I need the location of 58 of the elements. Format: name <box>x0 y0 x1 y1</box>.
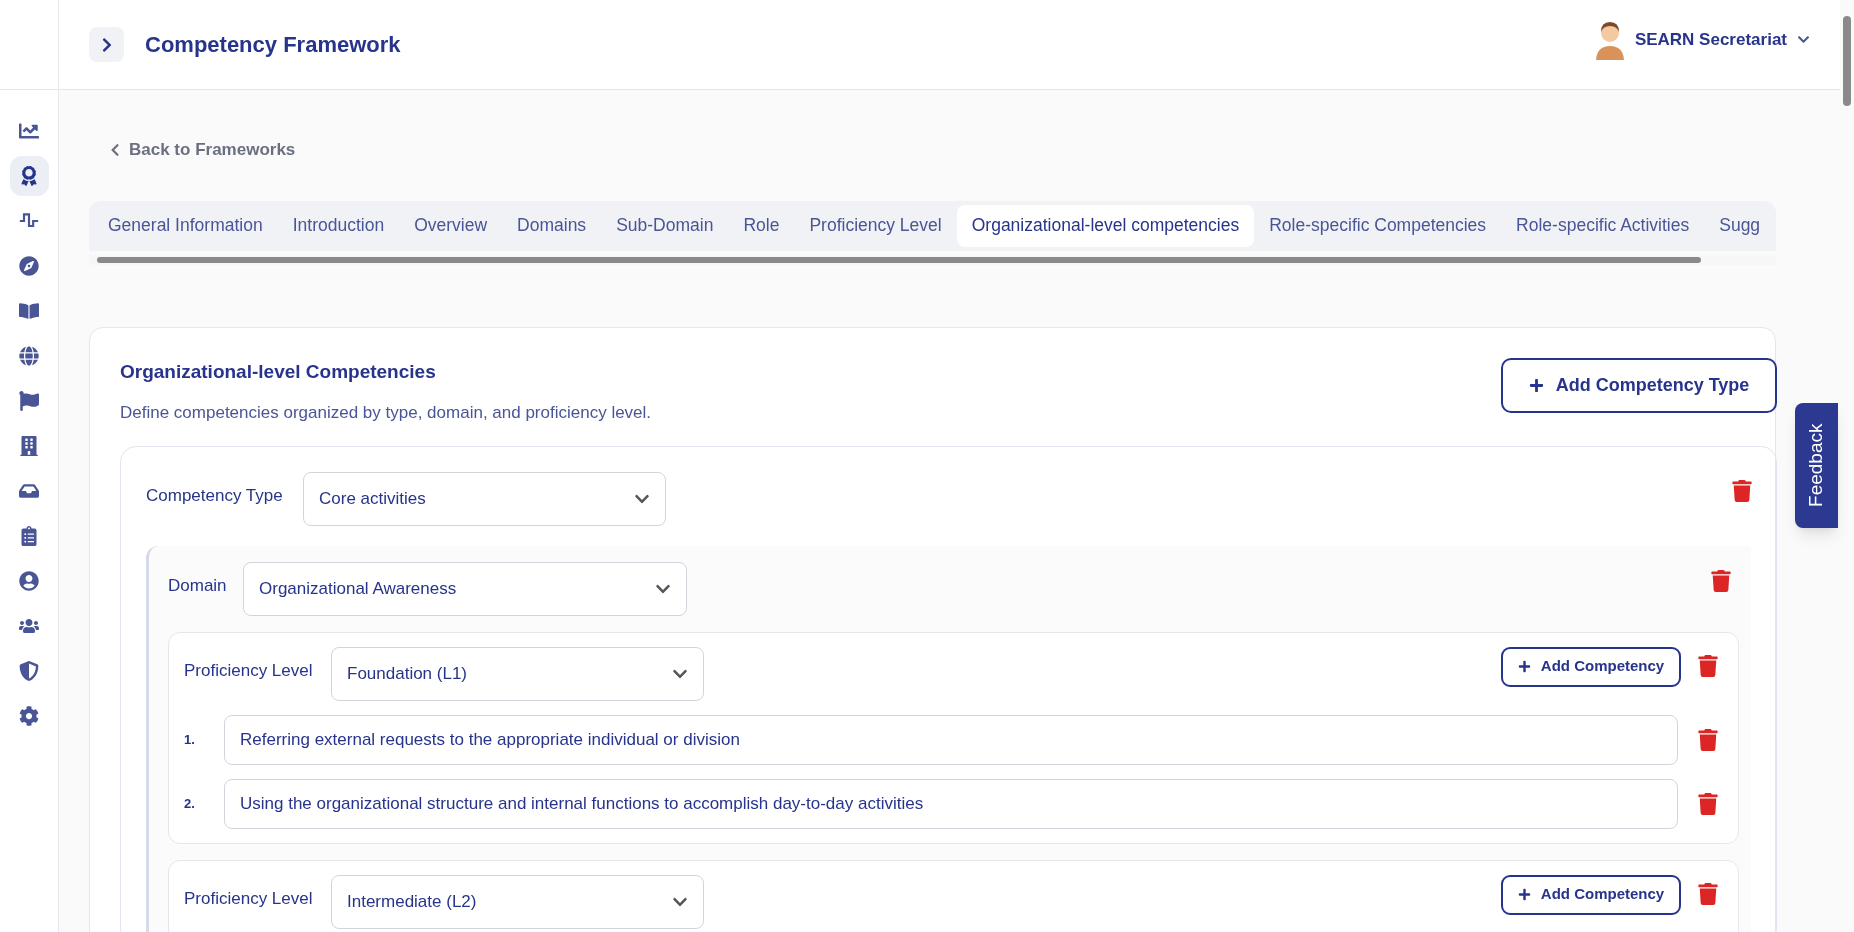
dropdown-select[interactable]: Intermediate (L2) <box>331 874 704 929</box>
trash-icon <box>1732 479 1752 502</box>
shield-icon <box>19 661 39 681</box>
field-label: Competency Type <box>146 484 284 507</box>
user-menu[interactable]: SEARN Secretariat <box>1594 19 1810 60</box>
avatar-icon <box>1594 19 1625 60</box>
field-label: Domain <box>168 574 228 597</box>
sidebar-toggle-button[interactable] <box>89 27 124 62</box>
field-label: Proficiency Level <box>184 887 314 910</box>
item-number: 2. <box>184 794 196 813</box>
tab[interactable]: Role <box>728 204 795 247</box>
trash-icon <box>1698 882 1718 905</box>
trash-icon <box>1698 654 1718 677</box>
building-icon <box>19 436 39 456</box>
trash-icon <box>1698 728 1718 751</box>
award-ribbon-icon <box>19 166 39 186</box>
tab[interactable]: Role-specific Activities <box>1501 204 1705 247</box>
dropdown-select[interactable]: Foundation (L1) <box>331 646 704 701</box>
plus-icon <box>1528 377 1544 393</box>
users-group-icon <box>19 616 39 636</box>
field-label: Proficiency Level <box>184 659 314 682</box>
tab[interactable]: Domains <box>502 204 602 247</box>
item-number: 1. <box>184 730 196 749</box>
flag-icon <box>19 391 39 411</box>
dropdown-select[interactable]: Core activities <box>303 471 666 526</box>
tab[interactable]: Role-specific Competencies <box>1254 204 1502 247</box>
competency-input[interactable]: Using the organizational structure and internal functions to accomplish day-to-day activities <box>224 778 1678 829</box>
book-icon <box>19 301 39 321</box>
plus-icon <box>1517 888 1531 901</box>
add-competency-button[interactable]: Add Competency <box>1501 874 1681 915</box>
page-title: Competency Framework <box>145 31 401 59</box>
chevron-down-icon <box>1797 33 1810 46</box>
clipboard-list-icon <box>19 526 39 546</box>
tab[interactable]: Overview <box>399 204 503 247</box>
plus-icon <box>1517 660 1531 673</box>
inbox-tray-icon <box>19 481 39 501</box>
feedback-tab[interactable]: Feedback <box>1795 403 1838 528</box>
back-link[interactable]: Back to Frameworks <box>109 137 296 163</box>
tab[interactable]: Proficiency Level <box>794 204 957 247</box>
line-chart-icon <box>19 121 39 141</box>
add-competency-button[interactable]: Add Competency <box>1501 646 1681 687</box>
globe-icon <box>19 346 39 366</box>
tab[interactable]: Sub-Domain <box>601 204 729 247</box>
section-title: Organizational-level Competencies <box>120 359 437 384</box>
chevron-left-icon <box>109 142 121 157</box>
sidebar-item[interactable] <box>9 156 49 196</box>
dropdown-select[interactable]: Organizational Awareness <box>243 561 687 616</box>
tab[interactable]: Sugg <box>1704 204 1761 247</box>
add-competency-type-button[interactable]: Add Competency Type <box>1501 357 1777 413</box>
tab[interactable]: Introduction <box>277 204 400 247</box>
trash-icon <box>1698 792 1718 815</box>
trash-icon <box>1711 569 1731 592</box>
section-description: Define competencies organized by type, domain, and proficiency level. <box>120 402 652 424</box>
competency-input[interactable]: Referring external requests to the appropriate individual or division <box>224 714 1678 765</box>
compass-icon <box>19 256 39 276</box>
settings-icon <box>19 706 39 726</box>
tab[interactable]: Organizational-level competencies <box>956 204 1255 247</box>
tab[interactable]: General Information <box>93 204 278 247</box>
